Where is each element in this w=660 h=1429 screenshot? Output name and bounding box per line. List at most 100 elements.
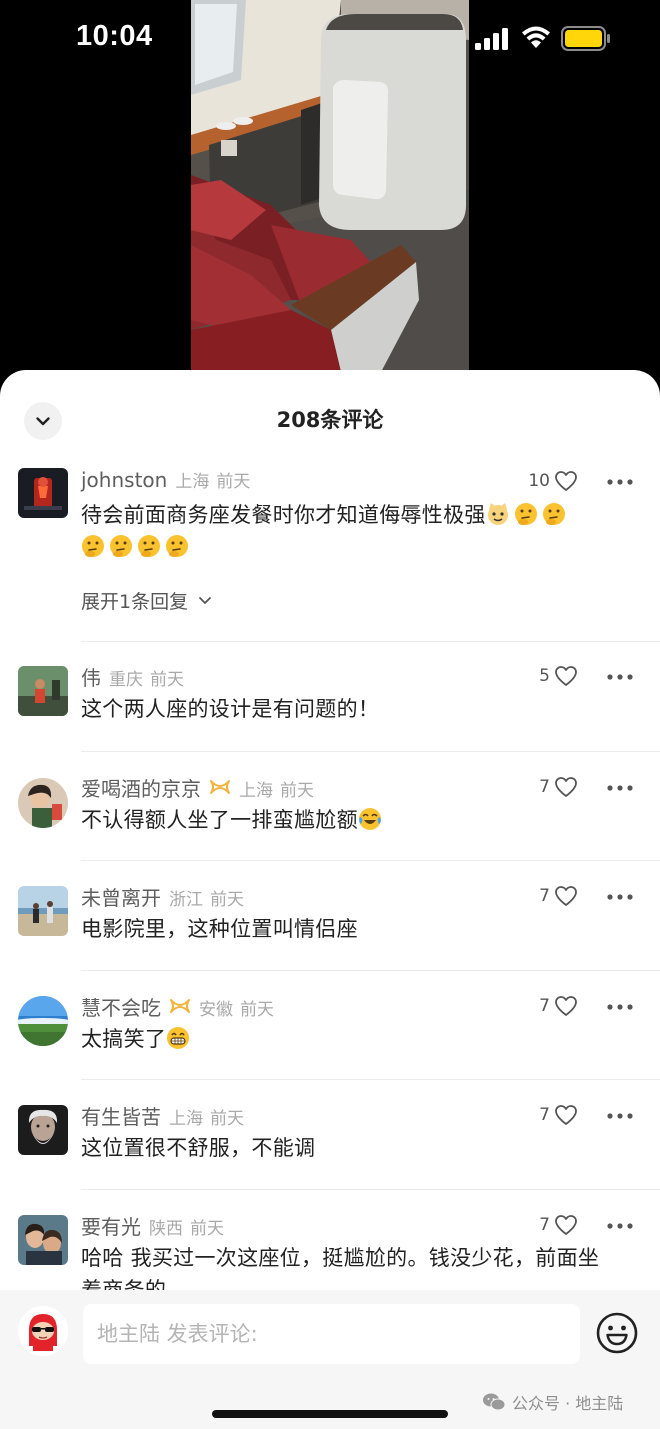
comment-location: 安徽: [199, 1000, 233, 1020]
more-options-icon[interactable]: [606, 784, 634, 792]
avatar-image: [18, 468, 68, 518]
comment-text: 不认得额人坐了一排蛮尴尬额: [81, 804, 646, 836]
comment-author[interactable]: 未曾离开: [81, 882, 161, 911]
avatar-image: [18, 778, 68, 828]
heart-icon: [555, 1105, 577, 1125]
comment-time: 前天: [150, 670, 184, 690]
heart-icon: [555, 777, 577, 797]
like-button[interactable]: 7: [539, 776, 578, 798]
comment-author[interactable]: 伟: [81, 662, 101, 691]
comment-author[interactable]: 爱喝酒的京京: [81, 773, 201, 802]
sheet-header: 208条评论: [0, 370, 660, 468]
watermark-text: 公众号 · 地主陆: [512, 1394, 624, 1413]
like-count: 10: [528, 471, 550, 491]
comment-text: 待会前面商务座发餐时你才知道侮辱性极强: [81, 499, 646, 563]
comment-text: 这个两人座的设计是有问题的！: [81, 697, 380, 721]
comment-time: 前天: [240, 1000, 274, 1020]
comment-text: 电影院里，这种位置叫情侣座: [81, 917, 358, 941]
emoji-picker-icon[interactable]: [596, 1312, 638, 1354]
comment-author[interactable]: johnston: [81, 468, 167, 492]
vip-badge-icon: [210, 780, 230, 794]
thinking-face-emoji: [110, 535, 132, 557]
avatar[interactable]: [18, 778, 68, 828]
thinking-face-emoji: [166, 535, 188, 557]
status-time: 10:04: [76, 20, 153, 52]
comment-author[interactable]: 慧不会吃: [81, 992, 161, 1021]
wechat-icon: [483, 1393, 506, 1411]
like-count: 7: [539, 1105, 550, 1125]
like-button[interactable]: 10: [528, 470, 578, 492]
comment-item: 爱喝酒的京京 上海 前天 7 不认得额人坐了一排蛮尴尬额: [18, 751, 660, 860]
avatar[interactable]: [18, 886, 68, 936]
expand-replies-button[interactable]: 展开1条回复: [81, 586, 646, 614]
home-indicator[interactable]: [212, 1410, 448, 1418]
comment-location: 上海: [175, 472, 210, 492]
comment-item: johnston 上海 前天 10 待会前面商务座发餐时你才知道侮辱性极强 展开…: [0, 464, 660, 641]
crying-laughing-emoji: [358, 808, 381, 830]
watermark: 公众号 · 地主陆: [482, 1390, 623, 1414]
comment-input-bar: 地主陆 发表评论: 公众号 · 地主陆: [0, 1290, 660, 1429]
comment-item: 有生皆苦 上海 前天 7 这位置很不舒服，不能调: [18, 1079, 660, 1189]
thinking-face-emoji: [542, 503, 565, 525]
comment-location: 上海: [239, 781, 273, 801]
avatar[interactable]: [18, 666, 68, 716]
status-bar: 10:04: [0, 0, 660, 80]
comment-location: 陕西: [149, 1219, 183, 1239]
more-options-icon[interactable]: [606, 1003, 634, 1011]
like-button[interactable]: 7: [539, 885, 578, 907]
chevron-down-icon: [199, 597, 211, 604]
comment-time: 前天: [210, 890, 244, 910]
avatar[interactable]: [18, 1105, 68, 1155]
like-count: 7: [539, 1215, 550, 1235]
comment-author[interactable]: 要有光: [81, 1211, 141, 1240]
avatar[interactable]: [18, 468, 68, 518]
avatar-image: [18, 666, 68, 716]
heart-icon: [555, 996, 577, 1016]
comment-sheet: 208条评论 johnston 上海 前天 10 待会前面商务座发餐时你才知道侮…: [0, 370, 660, 1429]
like-count: 7: [539, 777, 550, 797]
comment-text-content: 不认得额人坐了一排蛮尴尬额: [81, 808, 358, 832]
comment-location: 浙江: [169, 890, 203, 910]
comment-count-title: 208条评论: [276, 408, 384, 432]
avatar-image: [18, 1215, 68, 1265]
more-options-icon[interactable]: [606, 893, 634, 901]
more-options-icon[interactable]: [606, 478, 634, 486]
like-button[interactable]: 7: [539, 1104, 578, 1126]
comment-location: 重庆: [109, 670, 143, 690]
vip-badge-icon: [170, 999, 190, 1013]
thinking-face-emoji: [82, 535, 104, 557]
expand-replies-label: 展开1条回复: [81, 590, 189, 613]
comment-text-content: 待会前面商务座发餐时你才知道侮辱性极强: [81, 503, 486, 527]
comment-text: 太搞笑了: [81, 1023, 646, 1055]
comment-item: 未曾离开 浙江 前天 7 电影院里，这种位置叫情侣座: [18, 860, 660, 970]
wifi-icon: [522, 26, 550, 48]
comment-input[interactable]: 地主陆 发表评论:: [83, 1304, 580, 1364]
avatar-image: [18, 1105, 68, 1155]
comment-time: 前天: [280, 781, 314, 801]
avatar[interactable]: [18, 996, 68, 1046]
avatar-image: [18, 1306, 68, 1356]
like-button[interactable]: 7: [539, 995, 578, 1017]
avatar-image: [18, 886, 68, 936]
more-options-icon[interactable]: [606, 1222, 634, 1230]
comment-text: 哈哈 我买过一次这座位，挺尴尬的。钱没少花，前面坐着商务的: [81, 1246, 600, 1296]
like-button[interactable]: 5: [539, 665, 578, 687]
comment-item: 慧不会吃 安徽 前天 7 太搞笑了: [18, 970, 660, 1079]
comment-time: 前天: [216, 472, 251, 492]
more-options-icon[interactable]: [606, 673, 634, 681]
thinking-face-emoji: [514, 503, 537, 525]
comment-author[interactable]: 有生皆苦: [81, 1101, 161, 1130]
comment-list[interactable]: johnston 上海 前天 10 待会前面商务座发餐时你才知道侮辱性极强 展开…: [0, 464, 660, 1296]
heart-icon: [555, 666, 577, 686]
cellular-signal-icon: [475, 28, 508, 50]
more-options-icon[interactable]: [606, 1112, 634, 1120]
grinning-face-emoji: [167, 1027, 190, 1049]
like-count: 7: [539, 886, 550, 906]
my-avatar[interactable]: [18, 1306, 68, 1356]
comment-location: 上海: [169, 1109, 203, 1129]
comment-time: 前天: [190, 1219, 224, 1239]
comment-item: 要有光 陕西 前天 7 哈哈 我买过一次这座位，挺尴尬的。钱没少花，前面坐着商务…: [18, 1189, 660, 1296]
like-button[interactable]: 7: [539, 1214, 578, 1236]
avatar[interactable]: [18, 1215, 68, 1265]
avatar-image: [18, 996, 68, 1046]
